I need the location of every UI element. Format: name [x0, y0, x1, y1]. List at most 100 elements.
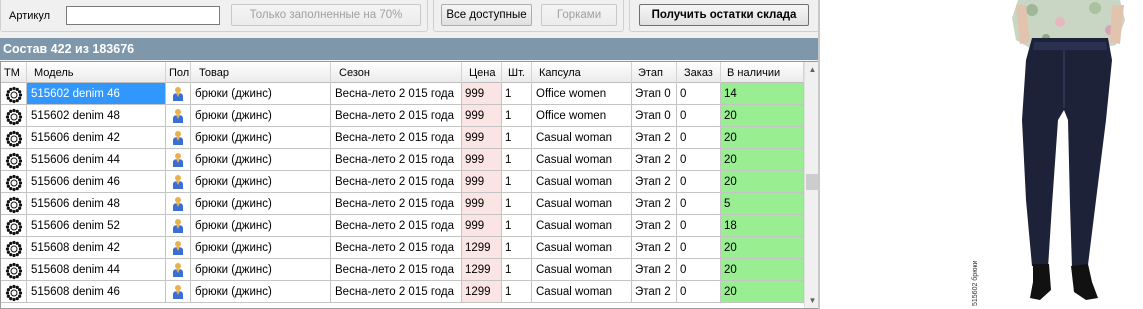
- season-cell[interactable]: Весна-лето 2 015 года: [331, 105, 462, 127]
- stage-cell[interactable]: Этап 2: [632, 237, 677, 259]
- capsule-cell[interactable]: Casual woman: [532, 193, 632, 215]
- gender-cell[interactable]: [166, 149, 191, 171]
- column-header-order[interactable]: Заказ: [677, 62, 721, 83]
- tm-cell[interactable]: [1, 83, 27, 105]
- model-cell[interactable]: 515606 denim 52: [27, 215, 166, 237]
- tm-cell[interactable]: [1, 259, 27, 281]
- column-header-qty[interactable]: Шт.: [502, 62, 532, 83]
- tm-cell[interactable]: [1, 215, 27, 237]
- item-cell[interactable]: брюки (джинс): [191, 259, 331, 281]
- qty-cell[interactable]: 1: [502, 127, 532, 149]
- stock-cell[interactable]: 20: [721, 259, 804, 281]
- price-cell[interactable]: 999: [462, 105, 502, 127]
- item-cell[interactable]: брюки (джинс): [191, 281, 331, 303]
- model-cell[interactable]: 515606 denim 42: [27, 127, 166, 149]
- tm-cell[interactable]: [1, 127, 27, 149]
- table-row[interactable]: 515608 denim 44 брюки (джинс) Весна-лето 2…: [1, 259, 804, 281]
- capsule-cell[interactable]: Casual woman: [532, 127, 632, 149]
- item-cell[interactable]: брюки (джинс): [191, 149, 331, 171]
- scroll-up-icon[interactable]: ▲: [805, 62, 818, 77]
- item-cell[interactable]: брюки (джинс): [191, 83, 331, 105]
- item-cell[interactable]: брюки (джинс): [191, 193, 331, 215]
- price-cell[interactable]: 999: [462, 215, 502, 237]
- table-row[interactable]: 515608 denim 42 брюки (джинс) Весна-лето 2…: [1, 237, 804, 259]
- qty-cell[interactable]: 1: [502, 171, 532, 193]
- vertical-scrollbar[interactable]: ▲ ▼: [804, 62, 818, 308]
- article-input[interactable]: [66, 6, 220, 25]
- price-cell[interactable]: 1299: [462, 281, 502, 303]
- stock-cell[interactable]: 20: [721, 281, 804, 303]
- get-stock-button[interactable]: Получить остатки склада: [639, 4, 809, 26]
- stock-cell[interactable]: 20: [721, 237, 804, 259]
- table-row[interactable]: 515606 denim 48 брюки (джинс) Весна-лето 2…: [1, 193, 804, 215]
- table-row[interactable]: 515608 denim 46 брюки (джинс) Весна-лето 2…: [1, 281, 804, 303]
- stage-cell[interactable]: Этап 2: [632, 215, 677, 237]
- model-cell[interactable]: 515608 denim 44: [27, 259, 166, 281]
- column-header-stock[interactable]: В наличии: [721, 62, 804, 83]
- table-row[interactable]: 515602 denim 48 брюки (джинс) Весна-лето 2…: [1, 105, 804, 127]
- scroll-down-icon[interactable]: ▼: [805, 293, 818, 308]
- column-header-model[interactable]: Модель: [27, 62, 166, 83]
- season-cell[interactable]: Весна-лето 2 015 года: [331, 259, 462, 281]
- column-header-season[interactable]: Сезон: [331, 62, 462, 83]
- season-cell[interactable]: Весна-лето 2 015 года: [331, 127, 462, 149]
- season-cell[interactable]: Весна-лето 2 015 года: [331, 237, 462, 259]
- season-cell[interactable]: Весна-лето 2 015 года: [331, 281, 462, 303]
- order-cell[interactable]: 0: [677, 215, 721, 237]
- stock-cell[interactable]: 14: [721, 83, 804, 105]
- capsule-cell[interactable]: Casual woman: [532, 237, 632, 259]
- gender-cell[interactable]: [166, 83, 191, 105]
- table-row[interactable]: 515606 denim 42 брюки (джинс) Весна-лето 2…: [1, 127, 804, 149]
- table-row[interactable]: 515606 denim 44 брюки (джинс) Весна-лето 2…: [1, 149, 804, 171]
- qty-cell[interactable]: 1: [502, 259, 532, 281]
- tm-cell[interactable]: [1, 149, 27, 171]
- season-cell[interactable]: Весна-лето 2 015 года: [331, 149, 462, 171]
- model-cell[interactable]: 515606 denim 44: [27, 149, 166, 171]
- capsule-cell[interactable]: Office women: [532, 105, 632, 127]
- qty-cell[interactable]: 1: [502, 215, 532, 237]
- price-cell[interactable]: 999: [462, 193, 502, 215]
- gender-cell[interactable]: [166, 237, 191, 259]
- qty-cell[interactable]: 1: [502, 83, 532, 105]
- stage-cell[interactable]: Этап 2: [632, 259, 677, 281]
- stage-cell[interactable]: Этап 2: [632, 127, 677, 149]
- stock-cell[interactable]: 20: [721, 171, 804, 193]
- gender-cell[interactable]: [166, 193, 191, 215]
- model-cell[interactable]: 515606 denim 46: [27, 171, 166, 193]
- column-header-item[interactable]: Товар: [191, 62, 331, 83]
- stock-cell[interactable]: 20: [721, 127, 804, 149]
- model-cell[interactable]: 515602 denim 48: [27, 105, 166, 127]
- qty-cell[interactable]: 1: [502, 193, 532, 215]
- gorki-button[interactable]: Горками: [541, 4, 617, 26]
- order-cell[interactable]: 0: [677, 83, 721, 105]
- tm-cell[interactable]: [1, 237, 27, 259]
- stage-cell[interactable]: Этап 0: [632, 105, 677, 127]
- item-cell[interactable]: брюки (джинс): [191, 171, 331, 193]
- order-cell[interactable]: 0: [677, 105, 721, 127]
- column-header-gender[interactable]: Пол: [166, 62, 191, 83]
- tm-cell[interactable]: [1, 105, 27, 127]
- item-cell[interactable]: брюки (джинс): [191, 127, 331, 149]
- model-cell[interactable]: 515608 denim 46: [27, 281, 166, 303]
- stage-cell[interactable]: Этап 0: [632, 83, 677, 105]
- price-cell[interactable]: 1299: [462, 259, 502, 281]
- season-cell[interactable]: Весна-лето 2 015 года: [331, 193, 462, 215]
- price-cell[interactable]: 999: [462, 127, 502, 149]
- capsule-cell[interactable]: Office women: [532, 83, 632, 105]
- table-row[interactable]: 515602 denim 46 брюки (джинс) Весна-лето 2…: [1, 83, 804, 105]
- order-cell[interactable]: 0: [677, 259, 721, 281]
- price-cell[interactable]: 999: [462, 171, 502, 193]
- model-cell[interactable]: 515608 denim 42: [27, 237, 166, 259]
- season-cell[interactable]: Весна-лето 2 015 года: [331, 83, 462, 105]
- price-cell[interactable]: 999: [462, 83, 502, 105]
- stock-cell[interactable]: 18: [721, 215, 804, 237]
- season-cell[interactable]: Весна-лето 2 015 года: [331, 215, 462, 237]
- item-cell[interactable]: брюки (джинс): [191, 215, 331, 237]
- gender-cell[interactable]: [166, 259, 191, 281]
- gender-cell[interactable]: [166, 105, 191, 127]
- capsule-cell[interactable]: Casual woman: [532, 171, 632, 193]
- gender-cell[interactable]: [166, 171, 191, 193]
- model-cell[interactable]: 515606 denim 48: [27, 193, 166, 215]
- column-header-tm[interactable]: ТМ: [1, 62, 27, 83]
- qty-cell[interactable]: 1: [502, 105, 532, 127]
